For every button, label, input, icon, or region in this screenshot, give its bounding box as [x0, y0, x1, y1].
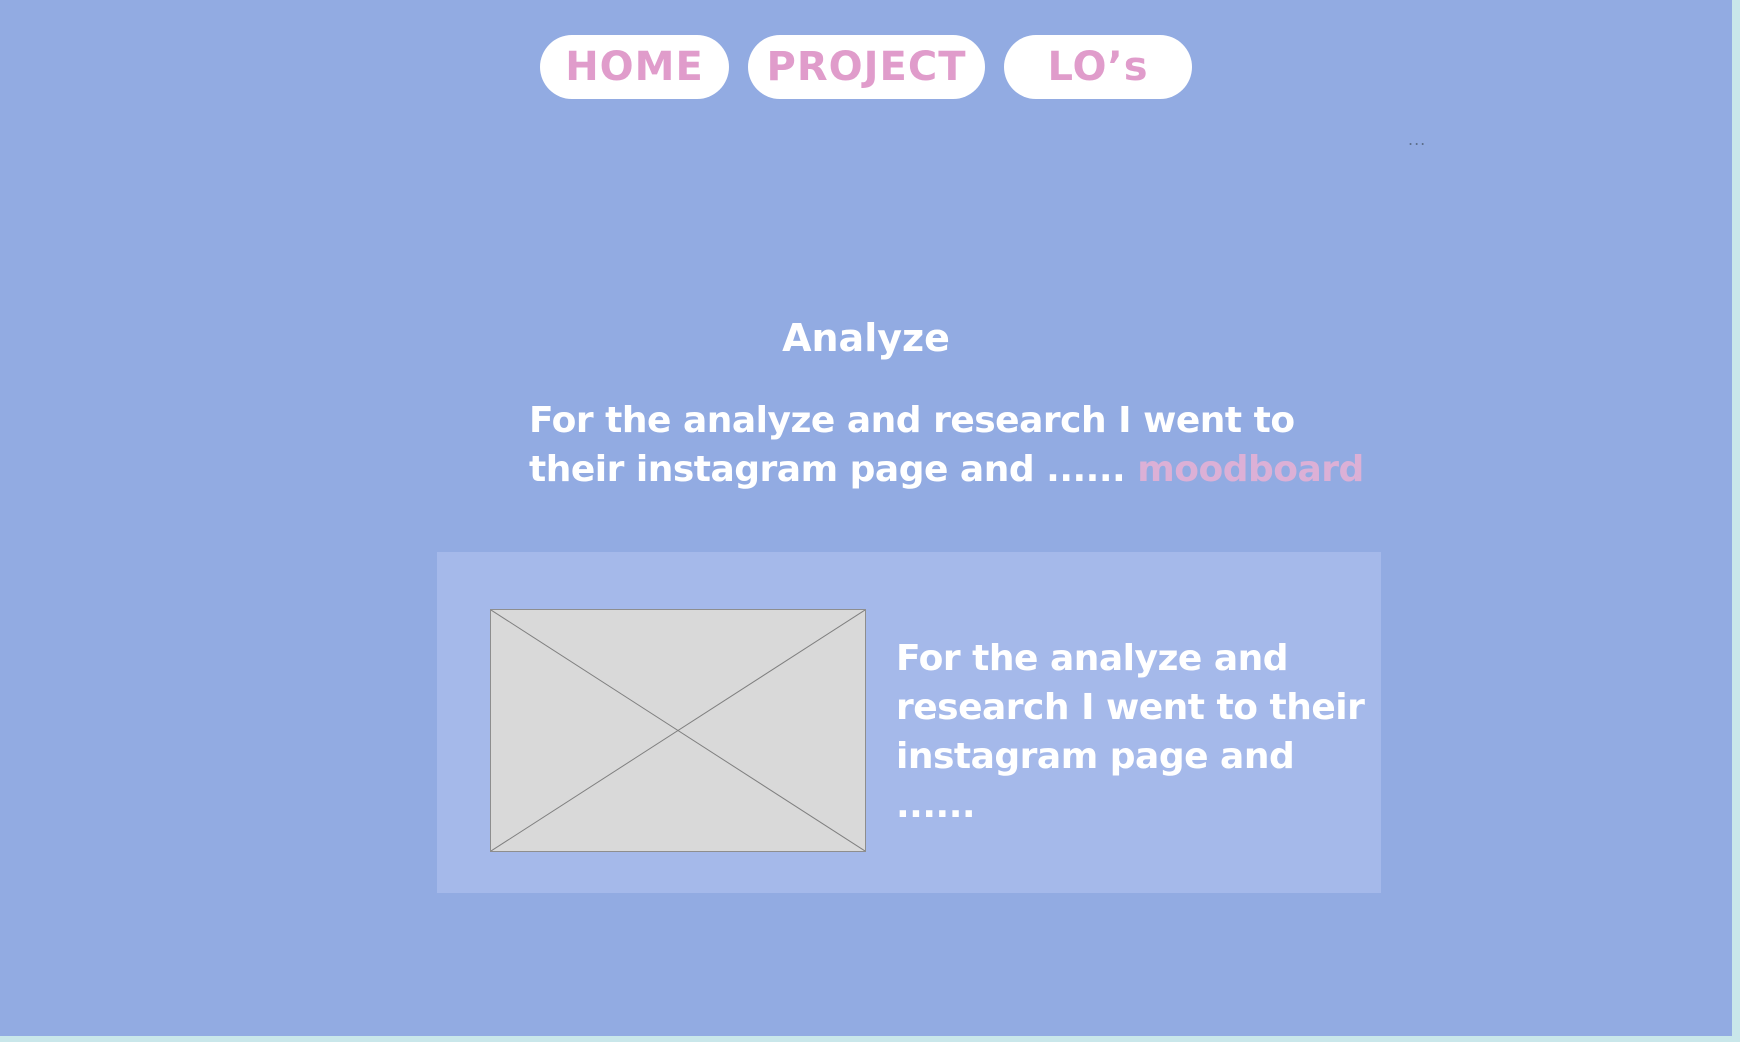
nav-home-button[interactable]: HOME — [540, 35, 729, 99]
nav-los-button[interactable]: LO’s — [1004, 35, 1192, 99]
card-line-1: For the analyze and — [896, 638, 1289, 679]
nav-los-label: LO’s — [1047, 44, 1149, 90]
content-card: For the analyze and research I went to t… — [437, 552, 1381, 893]
card-line-2: research I went to their — [896, 687, 1365, 728]
more-menu[interactable]: ... — [1408, 130, 1426, 149]
nav-home-label: HOME — [565, 44, 704, 90]
nav-project-label: PROJECT — [766, 44, 967, 90]
image-placeholder-cross — [491, 610, 865, 851]
intro-line-2: their instagram page and ...... moodboar… — [529, 445, 1364, 494]
card-paragraph: For the analyze and research I went to t… — [896, 634, 1366, 830]
nav-project-button[interactable]: PROJECT — [748, 35, 985, 99]
card-line-3: instagram page and ...... — [896, 736, 1295, 826]
intro-line-1: For the analyze and research I went to — [529, 400, 1295, 441]
page-canvas: HOME PROJECT LO’s ... Analyze For the an… — [0, 0, 1732, 1036]
intro-paragraph: For the analyze and research I went to t… — [529, 396, 1364, 494]
intro-line-2-text: their instagram page and ...... — [529, 449, 1138, 490]
section-title: Analyze — [782, 316, 950, 360]
image-placeholder-icon — [490, 609, 866, 852]
moodboard-link[interactable]: moodboard — [1137, 449, 1364, 490]
